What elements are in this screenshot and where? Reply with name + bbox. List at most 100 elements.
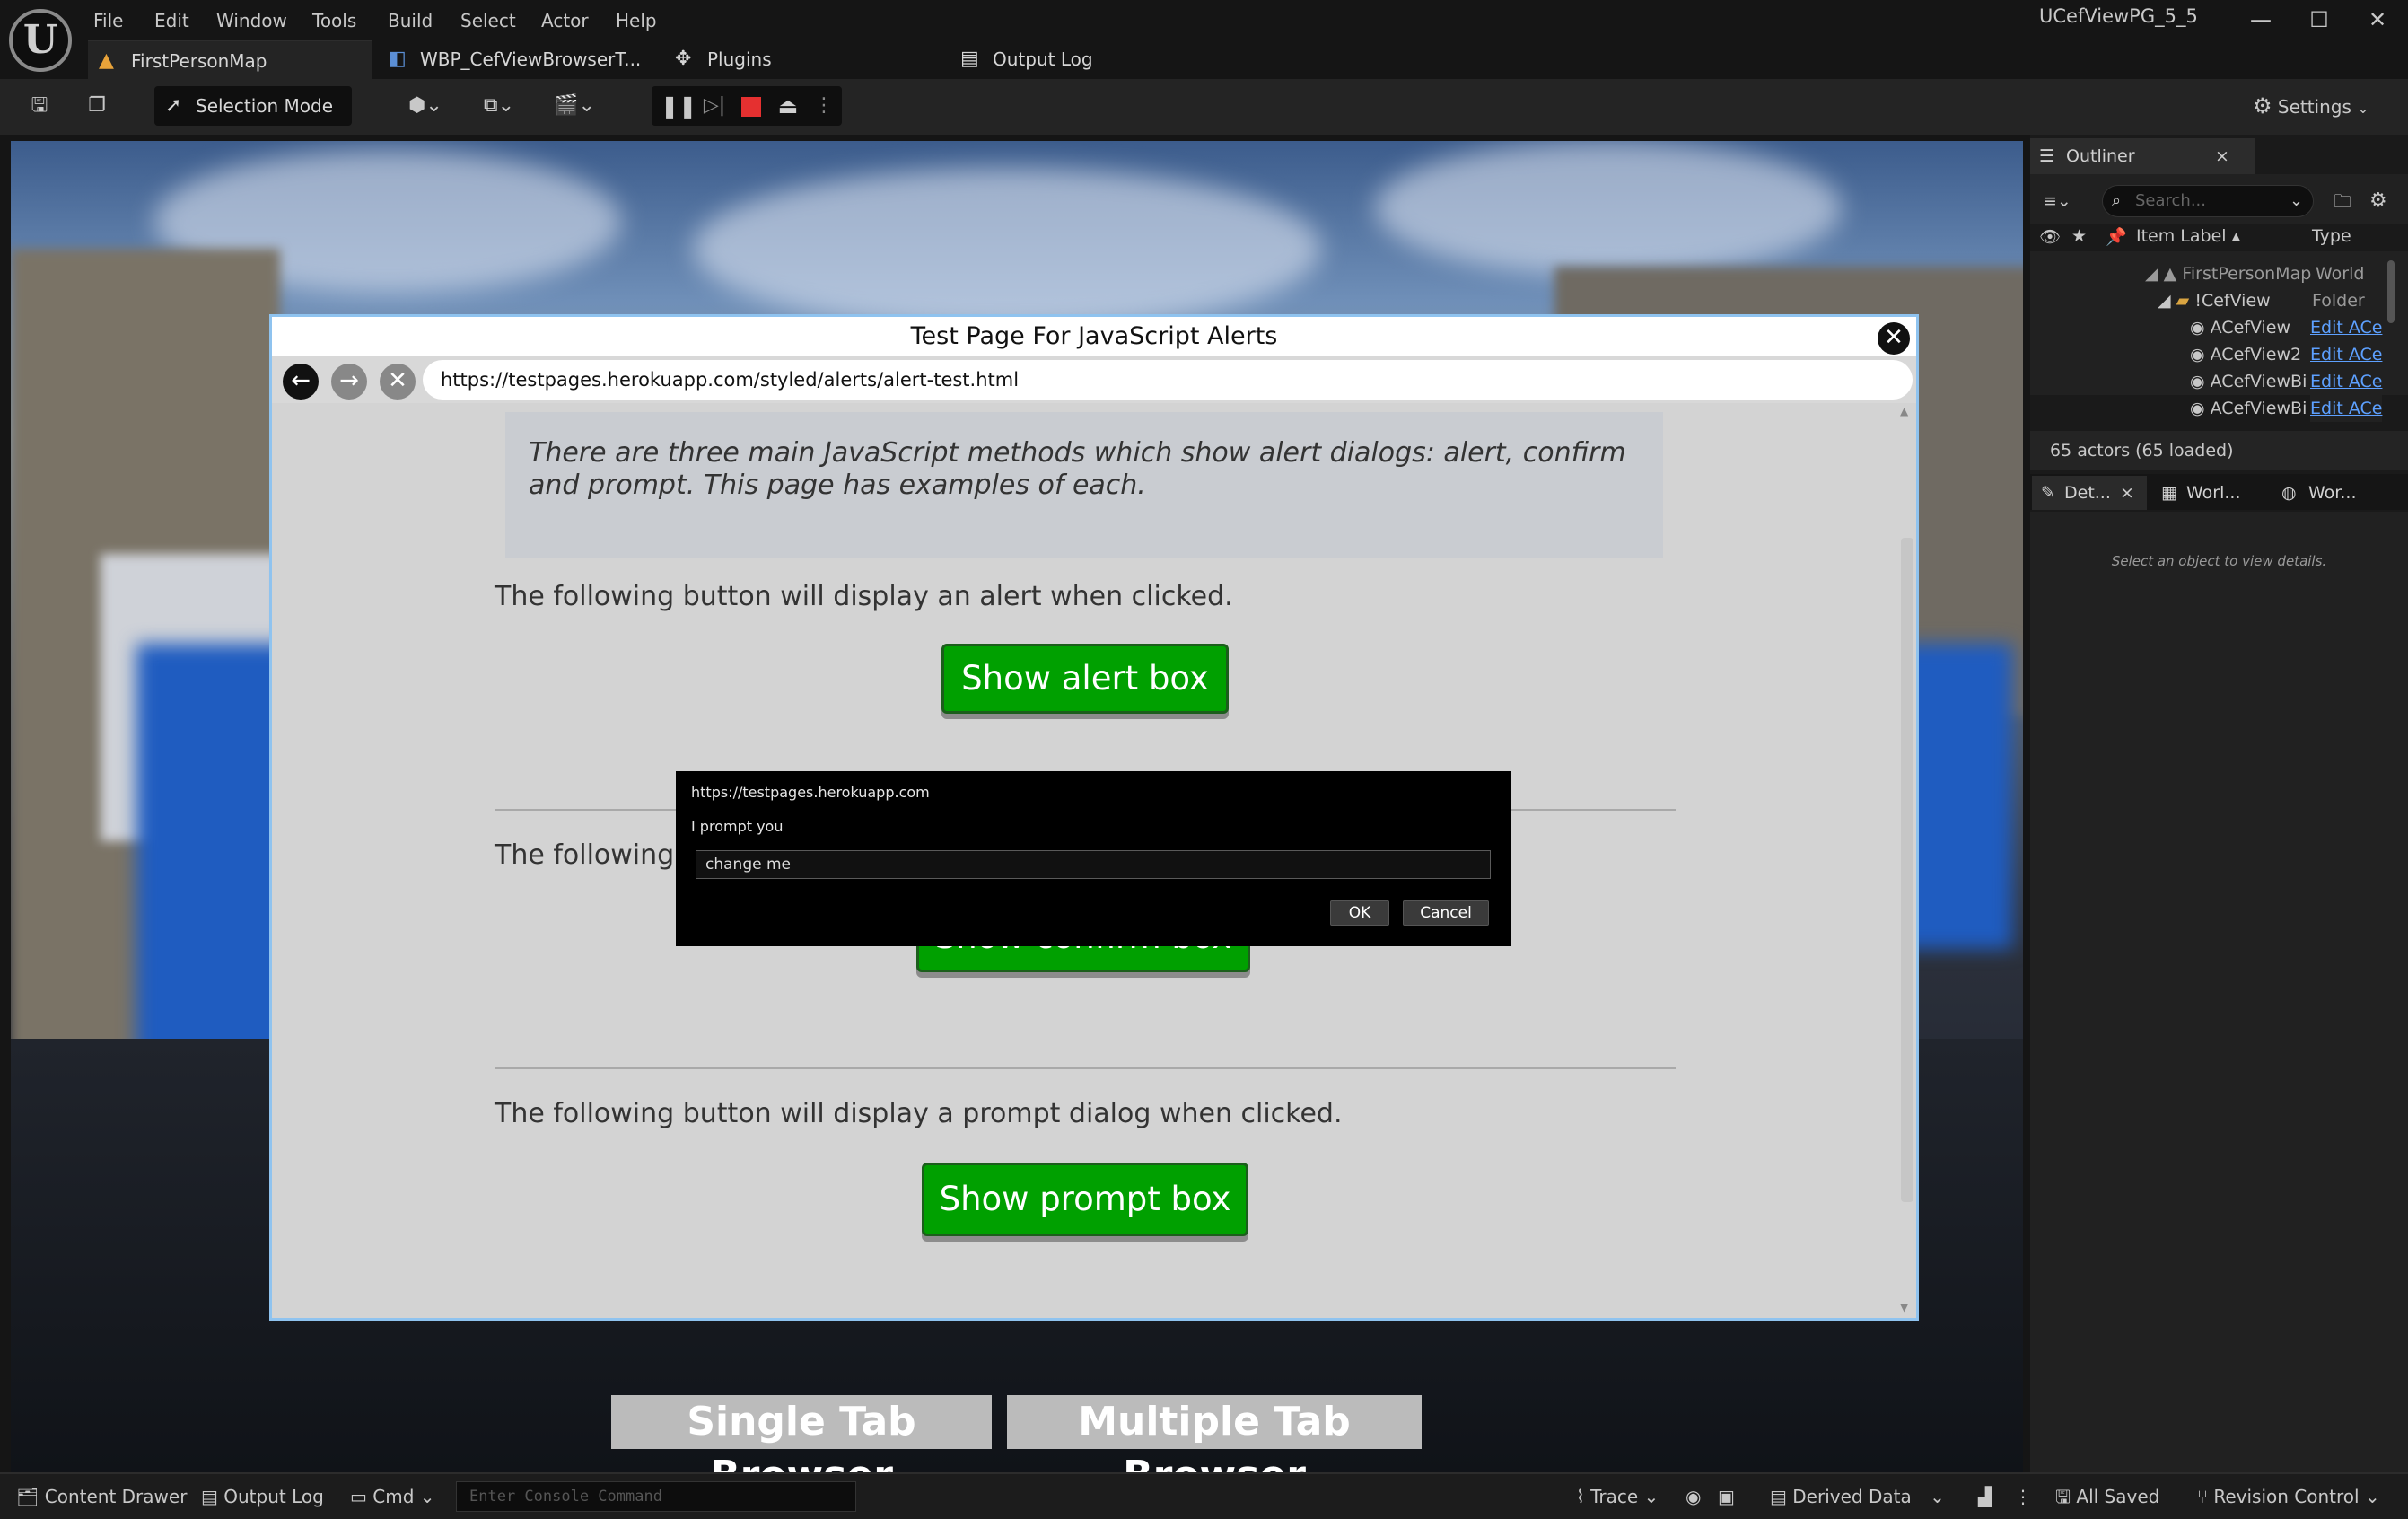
record-icon[interactable]: ◉ bbox=[1686, 1474, 1701, 1519]
pause-icon[interactable]: ❚❚ bbox=[661, 86, 696, 126]
tab-world-partition[interactable]: ▦ Worl... bbox=[2150, 476, 2267, 510]
ok-button[interactable]: OK bbox=[1330, 900, 1389, 926]
terminal-icon: ▭ bbox=[350, 1486, 367, 1507]
tree-row-actor[interactable]: ◉ ACefViewBi Edit ACe bbox=[2190, 395, 2405, 422]
cinematics-icon[interactable]: 🎬⌄ bbox=[547, 87, 601, 125]
search-icon: ⌕ bbox=[2112, 191, 2122, 210]
menu-window[interactable]: Window bbox=[216, 4, 287, 38]
details-tab-label: Det... bbox=[2064, 483, 2111, 503]
row-type-link[interactable]: Edit ACe bbox=[2310, 395, 2383, 422]
app-title: UCefViewPG_5_5 bbox=[2039, 5, 2198, 27]
cmd-label: Cmd bbox=[372, 1486, 415, 1507]
back-arrow-icon[interactable]: ← bbox=[283, 364, 319, 400]
screenshot-icon[interactable]: ▣ bbox=[1718, 1474, 1735, 1519]
revision-control-label: Revision Control bbox=[2213, 1486, 2360, 1507]
maximize-button[interactable]: ☐ bbox=[2288, 2, 2351, 38]
menu-select[interactable]: Select bbox=[460, 4, 516, 38]
settings-button[interactable]: ⚙ Settings ⌄ bbox=[2253, 87, 2387, 125]
eject-icon[interactable]: ⏏ bbox=[772, 86, 804, 126]
scrollbar-thumb[interactable] bbox=[1901, 538, 1913, 1202]
derived-data-dropdown[interactable]: ▤ Derived Data ⌄ bbox=[1770, 1474, 1945, 1519]
scroll-up-icon[interactable]: ▲ bbox=[1900, 405, 1908, 417]
outliner-scrollbar[interactable] bbox=[2387, 260, 2395, 323]
pin-icon[interactable]: 📌 bbox=[2106, 226, 2127, 247]
url-input[interactable]: https://testpages.herokuapp.com/styled/a… bbox=[423, 360, 1913, 400]
column-type[interactable]: Type bbox=[2312, 226, 2351, 246]
browser-nav-bar: ← → ✕ https://testpages.herokuapp.com/st… bbox=[272, 356, 1916, 403]
folder-icon: ▰ bbox=[2176, 291, 2190, 311]
output-log-button[interactable]: ▤ Output Log bbox=[201, 1474, 324, 1519]
menu-help[interactable]: Help bbox=[616, 4, 657, 38]
save-icon[interactable]: 🖫 bbox=[22, 87, 57, 125]
visibility-icon[interactable]: 👁 bbox=[2039, 226, 2061, 247]
row-type-link[interactable]: Edit ACe bbox=[2310, 314, 2382, 341]
prompt-input[interactable]: change me bbox=[696, 850, 1491, 879]
unreal-logo-icon[interactable]: U bbox=[9, 9, 72, 72]
confirm-description: The following b bbox=[495, 839, 700, 871]
browser-close-icon[interactable]: ✕ bbox=[1878, 322, 1910, 355]
tree-row-world[interactable]: ◢ ▲ FirstPersonMap World bbox=[2145, 260, 2405, 287]
menu-tools[interactable]: Tools bbox=[312, 4, 356, 38]
row-type-link[interactable]: Edit ACe bbox=[2310, 368, 2383, 395]
cancel-button[interactable]: Cancel bbox=[1403, 900, 1489, 926]
tab-outliner[interactable]: ☰ Outliner × bbox=[2030, 138, 2255, 174]
gear-icon[interactable]: ⚙ bbox=[2369, 185, 2387, 217]
content-drawer-button[interactable]: 🗂 Content Drawer bbox=[16, 1474, 187, 1519]
actor-count: 65 actors (65 loaded) bbox=[2030, 431, 2408, 470]
tree-row-actor[interactable]: ◉ ACefView2 Edit ACe bbox=[2190, 341, 2405, 368]
revision-control-dropdown[interactable]: ⑂ Revision Control ⌄ bbox=[2197, 1474, 2380, 1519]
menu-file[interactable]: File bbox=[93, 4, 123, 38]
menu-build[interactable]: Build bbox=[388, 4, 433, 38]
separator bbox=[185, 1481, 187, 1512]
chart-icon[interactable]: ▟ bbox=[1978, 1474, 1992, 1519]
grid-icon: ▦ bbox=[2161, 483, 2177, 503]
row-type: Folder bbox=[2312, 291, 2365, 311]
cmd-dropdown[interactable]: ▭ Cmd ⌄ bbox=[350, 1474, 435, 1519]
all-saved-button[interactable]: 🖫 All Saved bbox=[2055, 1474, 2159, 1519]
outliner-search-input[interactable]: ⌕ Search... ⌄ bbox=[2102, 185, 2314, 217]
close-window-button[interactable]: ✕ bbox=[2346, 2, 2408, 38]
menu-edit[interactable]: Edit bbox=[154, 4, 189, 38]
add-actor-icon[interactable]: ⬢⌄ bbox=[398, 87, 452, 125]
star-icon[interactable]: ★ bbox=[2071, 226, 2087, 246]
tab-world-settings[interactable]: ◍ Wor... bbox=[2271, 476, 2405, 510]
tree-row-actor[interactable]: ◉ ACefView Edit ACe bbox=[2190, 314, 2405, 341]
forward-arrow-icon[interactable]: → bbox=[331, 364, 367, 400]
browser-title: Test Page For JavaScript Alerts bbox=[272, 317, 1916, 356]
blueprint-icon[interactable]: ⧉⌄ bbox=[472, 87, 526, 125]
minimize-button[interactable]: — bbox=[2229, 2, 2292, 38]
menu-actor[interactable]: Actor bbox=[541, 4, 589, 38]
stop-icon[interactable] bbox=[741, 97, 761, 117]
console-input[interactable]: Enter Console Command bbox=[456, 1481, 856, 1512]
tree-row-actor[interactable]: ◉ ACefViewBi Edit ACe bbox=[2190, 368, 2405, 395]
show-alert-button[interactable]: Show alert box bbox=[941, 644, 1229, 714]
dialog-origin: https://testpages.herokuapp.com bbox=[691, 784, 930, 801]
single-tab-browser-button[interactable]: Single Tab Browser bbox=[611, 1395, 992, 1498]
step-icon[interactable]: ▷| bbox=[698, 86, 731, 126]
close-icon[interactable]: × bbox=[2215, 138, 2229, 174]
selection-mode-dropdown[interactable]: ➚ Selection Mode ⌄ bbox=[154, 86, 352, 155]
multiple-tab-browser-button[interactable]: Multiple Tab Browser bbox=[1007, 1395, 1422, 1498]
title-bar: U File Edit Window Tools Build Select Ac… bbox=[0, 0, 2408, 79]
more-options-icon[interactable]: ⋮ bbox=[2014, 1474, 2032, 1519]
sky-cloud bbox=[693, 168, 1321, 329]
add-folder-icon[interactable]: 🗀 bbox=[2334, 185, 2351, 217]
stop-loading-icon[interactable]: ✕ bbox=[380, 364, 416, 400]
filter-icon[interactable]: ≡⌄ bbox=[2043, 185, 2071, 217]
tab-output-log[interactable]: ▤ Output Log bbox=[950, 40, 1183, 79]
tab-widget-blueprint[interactable]: ◧ WBP_CefViewBrowserT... bbox=[377, 40, 646, 79]
tab-plugins[interactable]: ✥ Plugins bbox=[664, 40, 898, 79]
show-prompt-button[interactable]: Show prompt box bbox=[922, 1163, 1248, 1236]
close-icon[interactable]: × bbox=[2120, 476, 2134, 510]
world-tab-label: Worl... bbox=[2186, 483, 2241, 503]
scroll-down-icon[interactable]: ▼ bbox=[1900, 1301, 1908, 1313]
browse-icon[interactable]: ❐ bbox=[79, 87, 115, 125]
tab-firstpersonmap[interactable]: ▲ FirstPersonMap bbox=[88, 40, 372, 79]
tree-row-folder[interactable]: ◢ ▰ !CefView Folder bbox=[2158, 287, 2405, 314]
actor-icon: ◉ bbox=[2190, 318, 2205, 338]
tab-details[interactable]: ✎ Det... × bbox=[2032, 476, 2147, 510]
more-options-icon[interactable]: ⋮ bbox=[813, 86, 835, 126]
row-type-link[interactable]: Edit ACe bbox=[2310, 341, 2382, 368]
column-item-label[interactable]: Item Label ▴ bbox=[2136, 226, 2240, 246]
trace-dropdown[interactable]: ⌇ Trace ⌄ bbox=[1576, 1474, 1659, 1519]
